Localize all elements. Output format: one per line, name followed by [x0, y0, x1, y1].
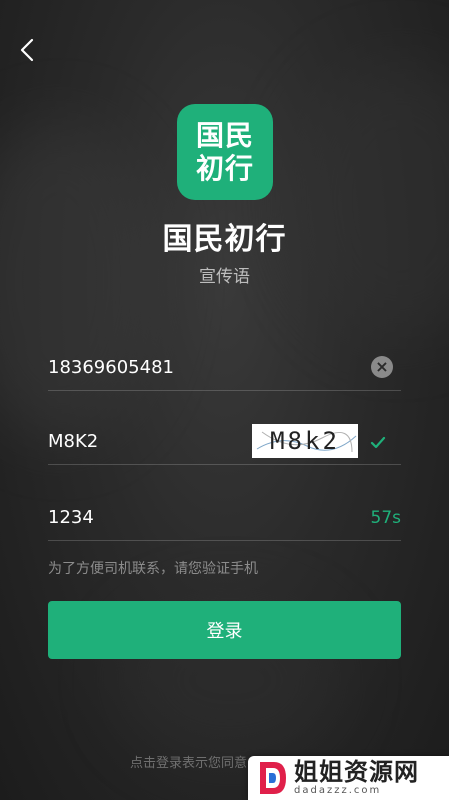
captcha-image-text: M8k2: [270, 427, 340, 455]
captcha-input-value[interactable]: M8K2: [48, 431, 98, 452]
check-icon: [370, 436, 386, 449]
app-logo-line1: 国民: [195, 119, 254, 152]
resend-countdown[interactable]: 57s: [371, 508, 402, 528]
site-watermark: 姐姐资源网 dadazzz.com: [248, 756, 449, 800]
captcha-image[interactable]: M8k2: [252, 424, 358, 458]
app-logo: 国民 初行: [177, 104, 273, 200]
sms-code-value[interactable]: 1234: [48, 507, 94, 528]
clear-icon[interactable]: ×: [371, 356, 393, 378]
login-button[interactable]: 登录: [48, 601, 401, 659]
phone-field[interactable]: 18369605481 ×: [48, 334, 401, 391]
background-blur: [289, 60, 449, 340]
sms-code-field[interactable]: 1234 57s: [48, 484, 401, 541]
phone-input-value[interactable]: 18369605481: [48, 357, 174, 378]
verification-hint: 为了方便司机联系，请您验证手机: [48, 561, 258, 577]
app-slogan: 宣传语: [199, 267, 250, 287]
chevron-left-icon: [20, 38, 34, 62]
back-button[interactable]: [14, 36, 42, 64]
agreement-text[interactable]: 点击登录表示您同意: [130, 752, 247, 771]
watermark-url: dadazzz.com: [294, 785, 382, 796]
captcha-field[interactable]: M8K2 M8k2: [48, 408, 401, 465]
watermark-title: 姐姐资源网: [294, 758, 419, 786]
app-title: 国民初行: [162, 222, 287, 257]
watermark-logo-icon: [260, 762, 286, 794]
app-logo-line2: 初行: [195, 152, 254, 185]
